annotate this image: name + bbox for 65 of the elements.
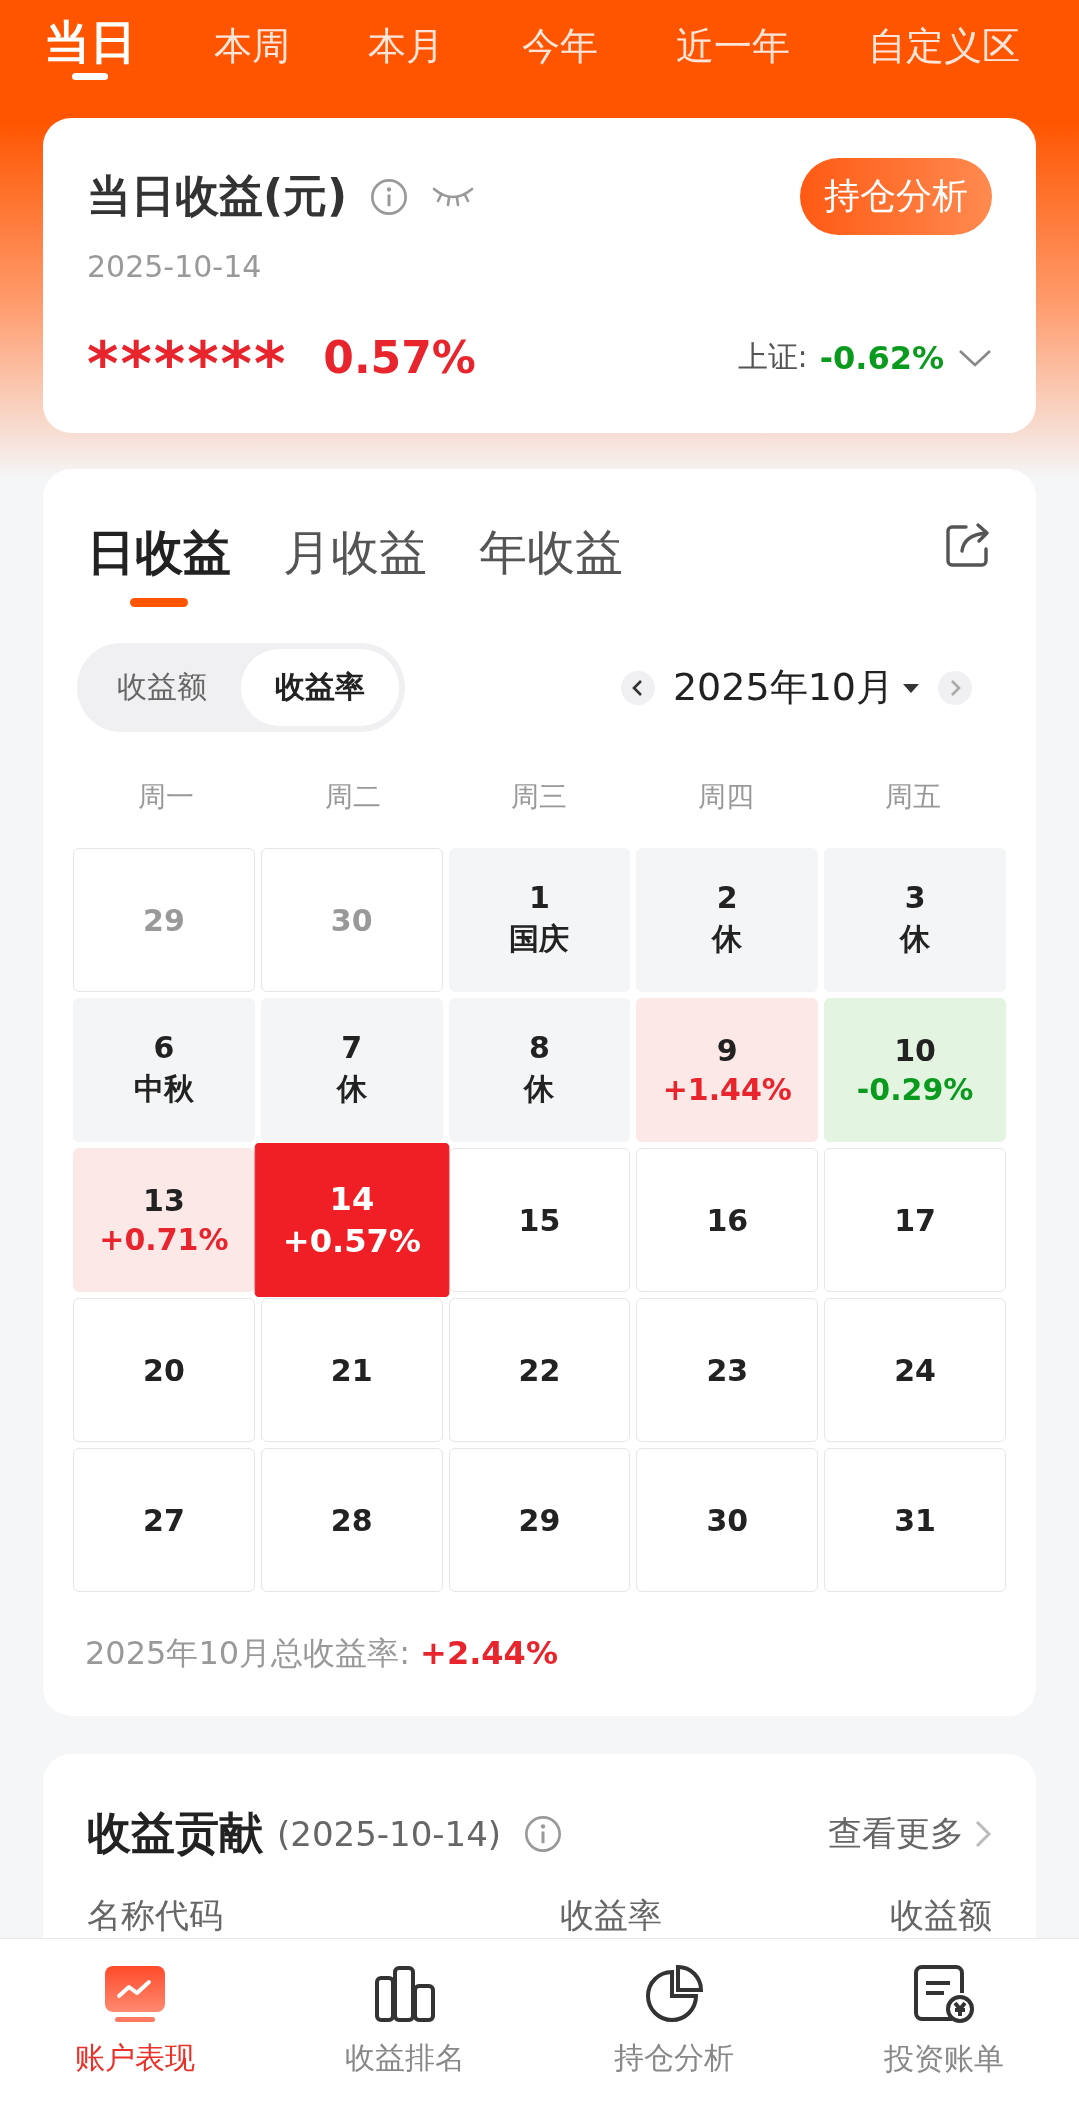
weekday-label: 周二 [323,779,382,815]
column-header: 名称代码 [87,1894,224,1937]
summary-title: 当日收益(元) [87,169,348,223]
share-icon[interactable] [944,521,992,569]
calendar-day[interactable]: 7 休 [260,998,443,1142]
info-icon[interactable] [523,1813,564,1854]
month-total: 2025年10月总收益率: +2.44% [85,1633,559,1674]
chevron-right-icon [974,1818,992,1849]
calendar-day[interactable]: 13 +0.71% [73,1148,255,1292]
nav-item[interactable]: 投资账单 [809,1939,1079,2103]
profit-tab[interactable]: 日收益 [87,521,231,607]
nav-item[interactable]: 收益排名 [269,1939,540,2103]
calendar-day[interactable]: 8 休 [448,998,631,1142]
profit-tab[interactable]: 年收益 [479,521,623,607]
calendar-day[interactable]: 9 +1.44% [636,998,819,1142]
calendar-day[interactable]: 30 [636,1448,819,1592]
calendar-day[interactable]: 21 [260,1298,443,1442]
nav-item[interactable]: 持仓分析 [539,1939,810,2103]
calendar-day[interactable]: 31 [824,1448,1006,1592]
calendar-day[interactable]: 28 [260,1448,443,1592]
nav-item[interactable]: 账户表现 [0,1939,270,2103]
calendar-day[interactable]: 20 [73,1298,255,1442]
index-label: 上证: [737,338,808,376]
toggle-option[interactable]: 收益率 [241,649,399,726]
caret-down-icon [902,681,920,694]
line-chart-icon [102,1963,167,2024]
calendar-day[interactable]: 6 中秋 [73,998,255,1142]
next-month-button[interactable] [938,670,972,705]
weekday-label: 周四 [697,779,756,815]
daily-rate: 0.57% [323,332,476,383]
column-header: 收益率 [560,1894,663,1937]
calendar-day[interactable]: 16 [636,1148,819,1292]
summary-date: 2025-10-14 [87,249,263,284]
month-picker[interactable]: 2025年10月 [672,662,920,713]
calendar-day[interactable]: 29 [448,1448,631,1592]
hidden-amount: ****** [87,333,288,382]
column-header: 收益额 [890,1894,992,1937]
toggle-option[interactable]: 收益额 [83,649,241,726]
calendar-day[interactable]: 2 休 [636,848,819,992]
index-value: -0.62% [819,338,944,377]
calendar-day[interactable]: 14 +0.57% [254,1142,449,1298]
chevron-down-icon[interactable] [958,347,992,368]
calendar-day[interactable]: 22 [448,1298,631,1442]
weekday-label: 周五 [883,779,942,815]
section-date: (2025-10-14) [277,1813,502,1854]
calendar-day[interactable]: 3 休 [824,848,1006,992]
bill-icon [912,1962,977,2025]
calendar-day[interactable]: 17 [824,1148,1006,1292]
info-icon[interactable] [369,176,410,217]
chevron-left-icon [630,678,645,697]
section-title: 收益贡献 [87,1806,263,1860]
weekday-label: 周三 [510,779,569,815]
calendar-day[interactable]: 23 [636,1298,819,1442]
chevron-right-icon [948,678,962,697]
calendar-day[interactable]: 15 [448,1148,631,1292]
pie-chart-icon [644,1963,705,2024]
calendar-day[interactable]: 27 [73,1448,255,1592]
weekday-label: 周一 [137,779,196,815]
calendar-day[interactable]: 10 -0.29% [824,998,1006,1142]
calendar-day[interactable]: 1 国庆 [448,848,631,992]
previous-month-button[interactable] [620,670,655,705]
calendar-day[interactable]: 24 [824,1298,1006,1442]
profit-tab[interactable]: 月收益 [283,521,427,607]
view-more-link[interactable]: 查看更多 [828,1810,992,1857]
bar-chart-icon [372,1963,437,2024]
